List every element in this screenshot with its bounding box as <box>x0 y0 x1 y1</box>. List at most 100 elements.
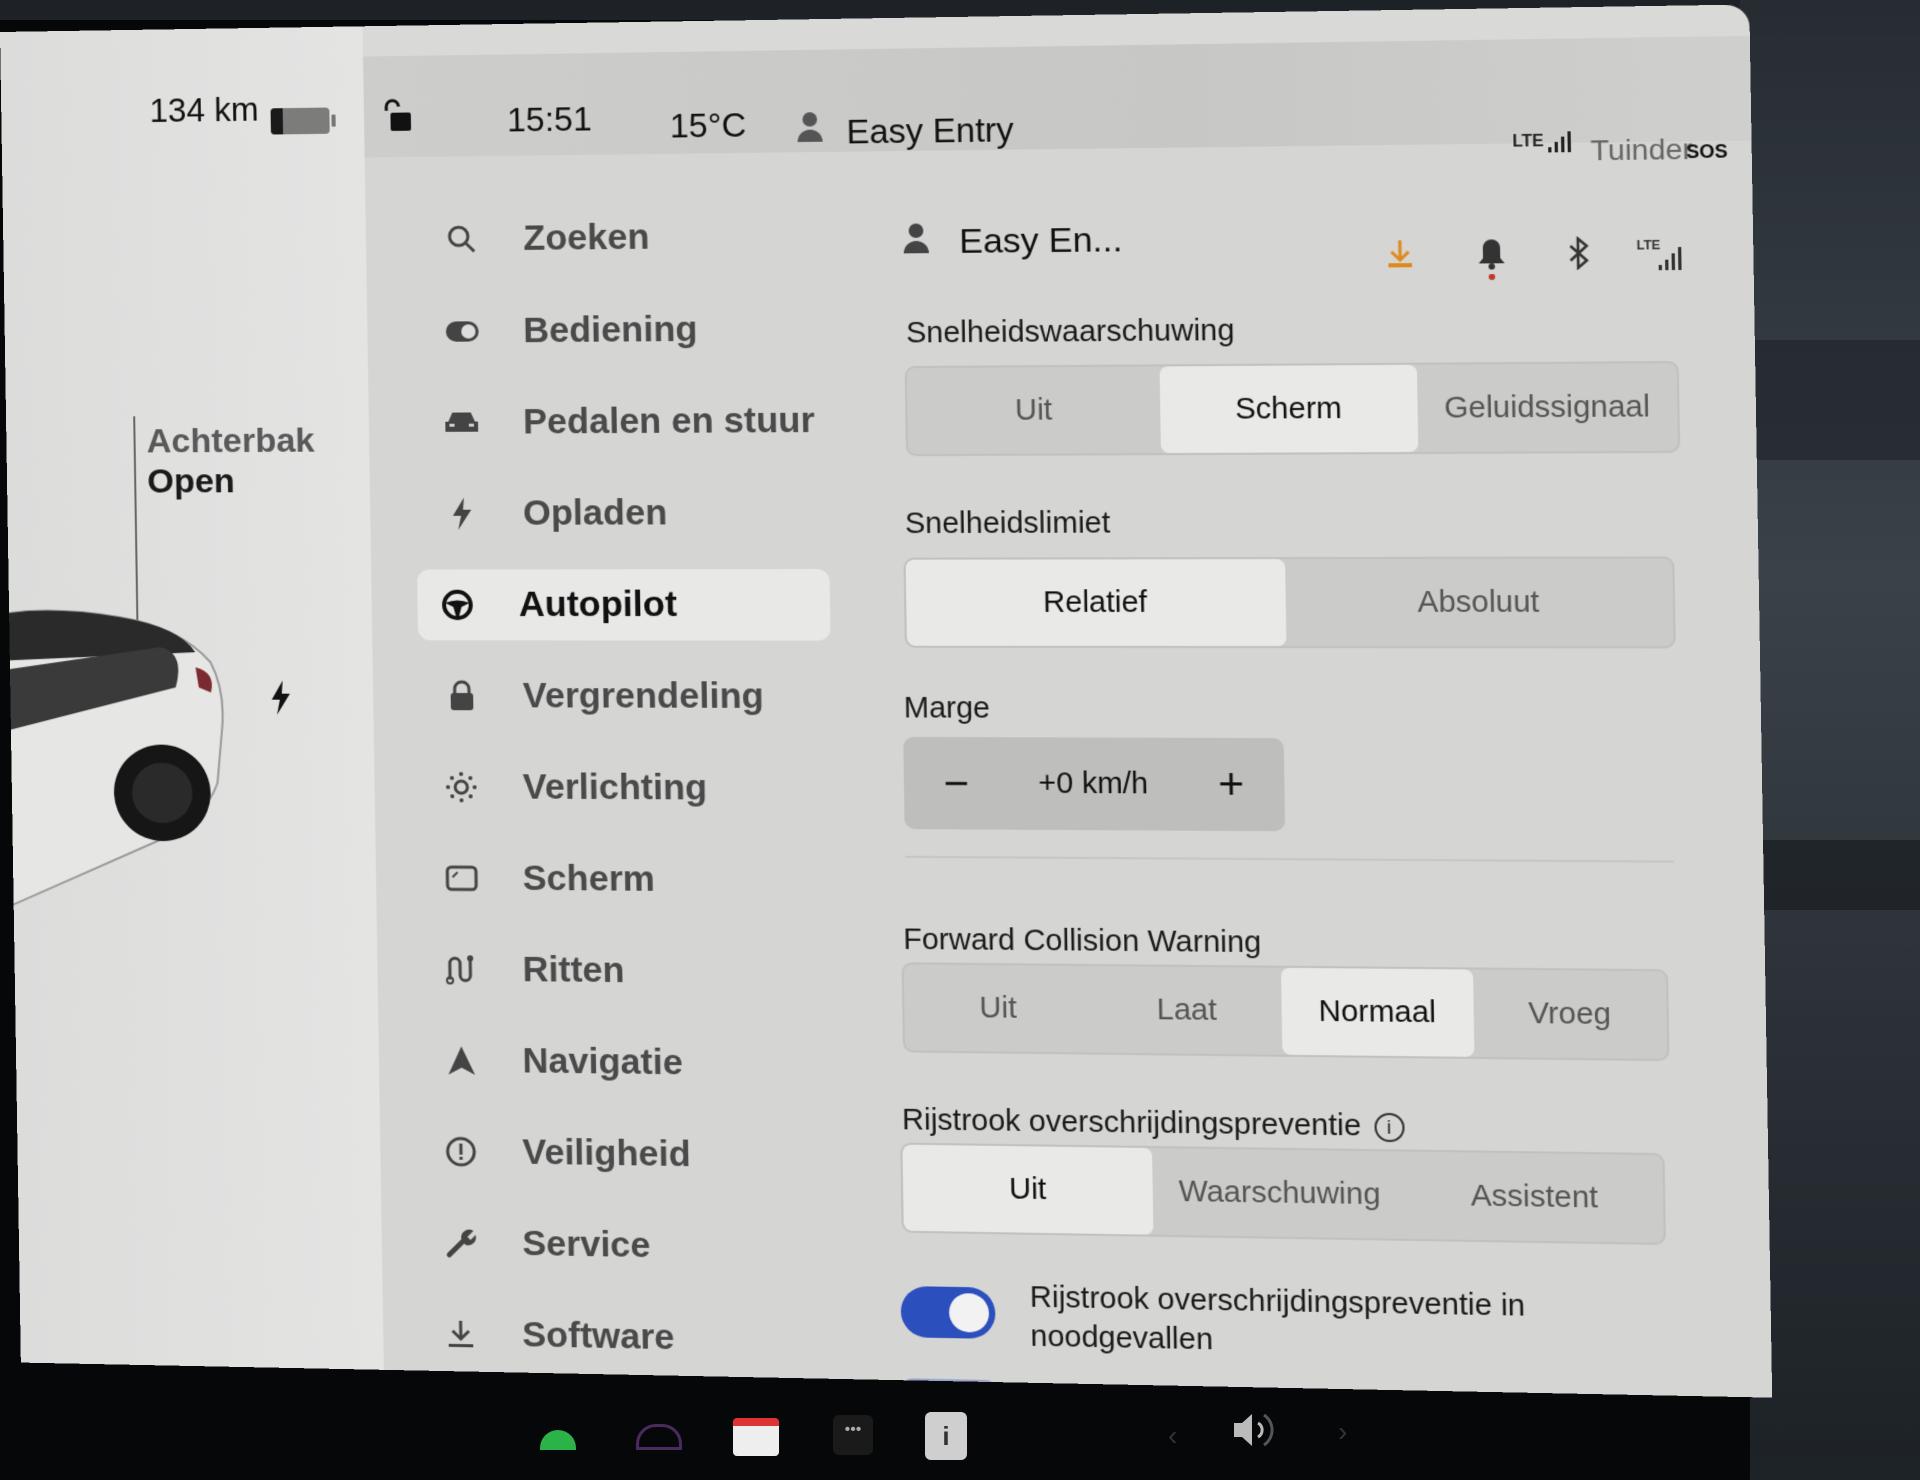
fcw-option-laat[interactable]: Laat <box>1091 966 1282 1055</box>
camera-app-icon[interactable] <box>636 1424 682 1450</box>
wrench-icon <box>436 1218 486 1267</box>
toggle-knob <box>949 1293 990 1333</box>
profile-name[interactable]: Easy Entry <box>846 111 1014 152</box>
safety-icon <box>436 1127 486 1176</box>
sidebar-item-label: Opladen <box>523 493 668 534</box>
download-icon <box>436 1309 486 1359</box>
battery-indicator <box>271 108 330 135</box>
sidebar-item-bediening[interactable]: Bediening <box>437 294 698 367</box>
fcw-option-vroeg[interactable]: Vroeg <box>1472 970 1667 1060</box>
volume-down-chevron-icon[interactable]: ‹ <box>1168 1420 1177 1452</box>
sidebar-item-opladen[interactable]: Opladen <box>436 478 667 550</box>
sidebar-item-navigatie[interactable]: Navigatie <box>436 1025 683 1099</box>
sidebar-item-autopilot[interactable]: Autopilot <box>417 569 831 641</box>
battery-tip <box>331 115 335 127</box>
emergency-lane-departure-toggle[interactable] <box>900 1286 995 1339</box>
more-apps-icon[interactable]: ••• <box>833 1415 873 1455</box>
speed-warning-label: Snelheidswaarschuwing <box>906 314 1235 350</box>
display-icon <box>436 854 486 903</box>
speed-warning-option-geluidssignaal[interactable]: Geluidssignaal <box>1417 363 1679 452</box>
bell-icon[interactable] <box>1477 237 1506 288</box>
profile-header[interactable]: Easy En... <box>902 220 1123 262</box>
charge-port-bolt-icon[interactable] <box>269 681 292 720</box>
manual-app-icon[interactable]: i <box>925 1412 967 1460</box>
sidebar-item-label: Autopilot <box>519 584 678 625</box>
lane-departure-selector: UitWaarschuwingAssistent <box>900 1143 1666 1246</box>
bluetooth-icon[interactable] <box>1567 236 1591 275</box>
lte-label: LTE <box>1636 238 1660 253</box>
trunk-state: Open <box>147 461 316 502</box>
fcw-option-normaal[interactable]: Normaal <box>1281 968 1474 1057</box>
steering-wheel-icon <box>433 581 483 630</box>
sidebar-item-pedalen-en-stuur[interactable]: Pedalen en stuur <box>437 385 816 458</box>
temperature: 15°C <box>669 106 746 146</box>
sidebar-item-label: Zoeken <box>523 217 650 259</box>
sidebar-item-service[interactable]: Service <box>436 1207 651 1282</box>
sidebar-item-label: Navigatie <box>522 1041 683 1084</box>
trunk-status[interactable]: Achterbak Open <box>146 420 315 501</box>
navigation-icon <box>436 1036 486 1085</box>
lane-departure-option-assistent[interactable]: Assistent <box>1406 1152 1664 1243</box>
lte-signal-icon[interactable] <box>1658 246 1682 277</box>
sidebar-item-label: Veiligheid <box>522 1132 691 1175</box>
sidebar-item-label: Pedalen en stuur <box>523 400 815 442</box>
increase-margin-button[interactable]: + <box>1209 760 1252 810</box>
sidebar-item-zoeken[interactable]: Zoeken <box>437 202 650 275</box>
toggle-icon <box>437 307 487 356</box>
sidebar-item-label: Ritten <box>522 950 625 992</box>
margin-label: Marge <box>904 692 991 726</box>
dashboard-trim <box>1740 840 1920 910</box>
lte-label: LTE <box>1512 133 1544 152</box>
trips-icon <box>436 945 486 994</box>
sidebar-item-verlichting[interactable]: Verlichting <box>436 752 708 824</box>
touchscreen: 134 km 15:51 15°C Easy Entry LTE Tuinder… <box>0 4 1772 1397</box>
speed-warning-option-uit[interactable]: Uit <box>907 366 1162 454</box>
speed-limit-label: Snelheidslimiet <box>905 507 1111 541</box>
lane-departure-option-uit[interactable]: Uit <box>902 1145 1153 1235</box>
profile-icon[interactable] <box>796 111 824 147</box>
margin-value: +0 km/h <box>1038 767 1148 801</box>
sidebar-item-veiligheid[interactable]: Veiligheid <box>436 1116 691 1191</box>
lane-departure-heading: Rijstrook overschrijdingspreventiei <box>902 1104 1405 1145</box>
sidebar-item-scherm[interactable]: Scherm <box>436 843 655 916</box>
speed-limit-option-absoluut[interactable]: Absoluut <box>1285 559 1674 647</box>
speed-limit-option-relatief[interactable]: Relatief <box>906 559 1287 646</box>
info-icon[interactable]: i <box>1374 1113 1405 1142</box>
margin-stepper: − +0 km/h + <box>903 737 1285 831</box>
profile-icon <box>902 222 930 262</box>
search-icon <box>437 215 487 264</box>
clock: 15:51 <box>507 100 592 140</box>
fcw-label: Forward Collision Warning <box>903 923 1262 960</box>
range-readout: 134 km <box>149 90 259 130</box>
map-place-label: Tuinder <box>1590 133 1693 168</box>
signal-strength-icon <box>1548 130 1574 158</box>
calendar-app-icon[interactable] <box>733 1418 779 1456</box>
emergency-lane-departure-label: Rijstrook overschrijdingspreventie in no… <box>1029 1278 1629 1368</box>
decrease-margin-button[interactable]: − <box>935 759 978 808</box>
battery-fill <box>271 108 283 134</box>
sidebar-item-vergrendeling[interactable]: Vergrendeling <box>436 661 764 733</box>
lane-departure-option-waarschuwing[interactable]: Waarschuwing <box>1152 1148 1407 1239</box>
sidebar-item-label: Vergrendeling <box>523 676 765 717</box>
volume-up-chevron-icon[interactable]: › <box>1338 1416 1347 1448</box>
sos-button[interactable]: SOS <box>1686 141 1728 163</box>
fcw-selector: UitLaatNormaalVroeg <box>902 962 1670 1061</box>
sidebar-item-ritten[interactable]: Ritten <box>436 934 625 1007</box>
download-icon[interactable] <box>1386 238 1415 275</box>
bolt-icon <box>437 489 487 538</box>
sidebar-item-label: Scherm <box>522 858 655 900</box>
trunk-label: Achterbak <box>146 420 315 461</box>
profile-label: Easy En... <box>959 220 1123 262</box>
phone-app-icon[interactable] <box>540 1430 576 1450</box>
fcw-option-uit[interactable]: Uit <box>904 964 1093 1052</box>
speed-warning-selector: UitSchermGeluidssignaal <box>905 361 1681 456</box>
speed-warning-option-scherm[interactable]: Scherm <box>1160 365 1418 453</box>
speed-limit-selector: RelatiefAbsoluut <box>903 556 1675 648</box>
volume-icon[interactable] <box>1230 1405 1280 1460</box>
app-dock: ••• i ‹ › <box>0 1360 1740 1440</box>
sidebar-item-label: Service <box>522 1224 651 1267</box>
sidebar-item-label: Verlichting <box>522 767 707 809</box>
light-icon <box>436 763 486 812</box>
unlocked-padlock-icon[interactable] <box>382 98 413 140</box>
sidebar-item-label: Bediening <box>523 309 698 351</box>
